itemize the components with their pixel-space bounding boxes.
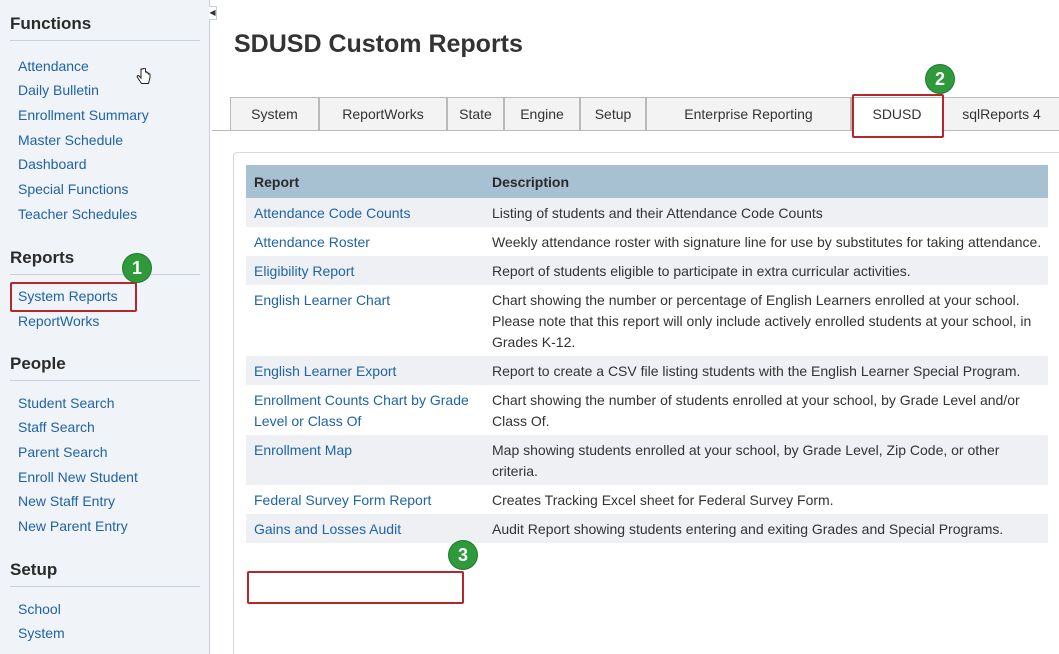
nav-daily-bulletin[interactable]: Daily Bulletin bbox=[18, 81, 99, 99]
nav-system[interactable]: System bbox=[18, 624, 65, 642]
nav-special-functions[interactable]: Special Functions bbox=[18, 180, 129, 198]
column-header-description: Description bbox=[484, 165, 1048, 198]
tab-setup[interactable]: Setup bbox=[580, 97, 646, 130]
section-heading-people: People bbox=[10, 354, 200, 381]
nav-new-parent-entry[interactable]: New Parent Entry bbox=[18, 517, 128, 535]
report-link[interactable]: Enrollment Map bbox=[246, 435, 484, 485]
report-link[interactable]: Attendance Roster bbox=[246, 227, 484, 256]
report-link[interactable]: Enrollment Counts Chart by Grade Level o… bbox=[246, 385, 484, 435]
nav-staff-search[interactable]: Staff Search bbox=[18, 418, 95, 436]
table-header-row: Report Description bbox=[246, 165, 1048, 198]
table-row: Attendance Code Counts Listing of studen… bbox=[246, 198, 1048, 227]
table-row: English Learner Chart Chart showing the … bbox=[246, 285, 1048, 356]
report-link[interactable]: English Learner Chart bbox=[246, 285, 484, 356]
nav-student-search[interactable]: Student Search bbox=[18, 394, 115, 412]
tab-enterprise-reporting[interactable]: Enterprise Reporting bbox=[646, 97, 851, 130]
highlight-sdusd-tab bbox=[852, 94, 944, 138]
nav-parent-search[interactable]: Parent Search bbox=[18, 443, 108, 461]
report-description: Report of students eligible to participa… bbox=[484, 256, 1048, 285]
table-row: Enrollment Map Map showing students enro… bbox=[246, 435, 1048, 485]
report-link[interactable]: Federal Survey Form Report bbox=[246, 485, 484, 514]
nav-new-staff-entry[interactable]: New Staff Entry bbox=[18, 492, 115, 510]
report-table: Report Description Attendance Code Count… bbox=[246, 165, 1048, 543]
nav-enrollment-summary[interactable]: Enrollment Summary bbox=[18, 106, 149, 124]
tab-state[interactable]: State bbox=[447, 97, 504, 130]
tab-sqlreports-4[interactable]: sqlReports 4 bbox=[943, 97, 1059, 130]
tab-system[interactable]: System bbox=[230, 97, 319, 130]
table-row: English Learner Export Report to create … bbox=[246, 356, 1048, 385]
highlight-federal-survey bbox=[247, 571, 464, 604]
report-description: Audit Report showing students entering a… bbox=[484, 514, 1048, 543]
table-row: Enrollment Counts Chart by Grade Level o… bbox=[246, 385, 1048, 435]
section-heading-setup: Setup bbox=[10, 560, 200, 587]
hand-pointer-icon bbox=[136, 67, 152, 93]
report-description: Weekly attendance roster with signature … bbox=[492, 234, 1042, 250]
nav-dashboard[interactable]: Dashboard bbox=[18, 155, 87, 173]
nav-reportworks[interactable]: ReportWorks bbox=[18, 312, 99, 330]
tab-reportworks[interactable]: ReportWorks bbox=[319, 97, 447, 130]
column-header-report: Report bbox=[246, 165, 484, 198]
report-description: Report to create a CSV file listing stud… bbox=[484, 356, 1048, 385]
report-description: Chart showing the number of students enr… bbox=[492, 392, 1020, 429]
table-row: Gains and Losses Audit Audit Report show… bbox=[246, 514, 1048, 543]
page-title: SDUSD Custom Reports bbox=[234, 30, 523, 58]
nav-teacher-schedules[interactable]: Teacher Schedules bbox=[18, 205, 137, 223]
sidebar: Functions Attendance Daily Bulletin Enro… bbox=[0, 0, 210, 654]
step-badge-2: 2 bbox=[926, 65, 954, 93]
report-description: Listing of students and their Attendance… bbox=[484, 198, 1048, 227]
tab-engine[interactable]: Engine bbox=[504, 97, 580, 130]
report-link[interactable]: English Learner Export bbox=[246, 356, 484, 385]
collapse-arrow-icon[interactable]: ◀ bbox=[209, 6, 217, 20]
report-link[interactable]: Eligibility Report bbox=[246, 256, 484, 285]
step-badge-3: 3 bbox=[449, 541, 477, 569]
table-row: Attendance Roster Weekly attendance rost… bbox=[246, 227, 1048, 256]
nav-master-schedule[interactable]: Master Schedule bbox=[18, 131, 123, 149]
section-heading-functions: Functions bbox=[10, 14, 200, 41]
report-description: Chart showing the number or percentage o… bbox=[492, 292, 1032, 350]
report-description: Map showing students enrolled at your sc… bbox=[484, 435, 1048, 485]
report-description: Creates Tracking Excel sheet for Federal… bbox=[492, 492, 834, 508]
section-heading-reports: Reports bbox=[10, 248, 200, 275]
report-link[interactable]: Gains and Losses Audit bbox=[246, 514, 484, 543]
nav-school[interactable]: School bbox=[18, 600, 61, 618]
table-row: Eligibility Report Report of students el… bbox=[246, 256, 1048, 285]
table-row: Federal Survey Form Report Creates Track… bbox=[246, 485, 1048, 514]
nav-attendance[interactable]: Attendance bbox=[18, 57, 89, 75]
step-badge-1: 1 bbox=[123, 254, 151, 282]
nav-enroll-new-student[interactable]: Enroll New Student bbox=[18, 468, 138, 486]
highlight-system-reports bbox=[10, 282, 137, 312]
report-link[interactable]: Attendance Code Counts bbox=[246, 198, 484, 227]
